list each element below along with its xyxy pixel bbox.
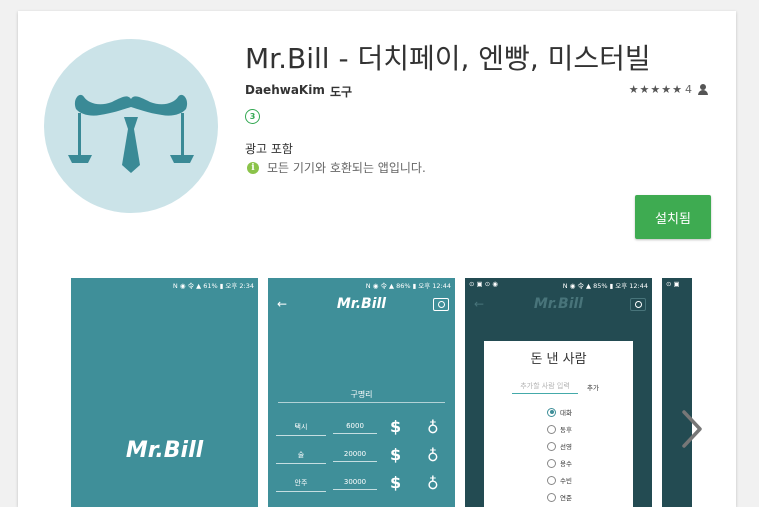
app-title: Mr.Bill - 더치페이, 엔빵, 미스터빌 [245,42,651,75]
dialog-title: 돈 낸 사람 [530,352,587,367]
developer-link[interactable]: DaehwaKim [245,83,325,97]
mustache-scale-logo [68,94,194,173]
radio-option: 연준 [547,492,572,502]
radio-option: 대화 [547,407,572,417]
rating-stars: ★★★★★ [628,83,683,96]
app-bar: ← Mr.Bill [268,291,455,321]
divider [278,402,445,403]
radio-icon [547,492,556,502]
compatibility-note: i 모든 기기와 호환되는 앱입니다. [247,159,426,176]
radio-icon [547,424,556,434]
splash-logo: Mr.Bill [125,438,204,463]
app-bar: ← Mr.Bill [465,291,652,321]
app-bar-logo: Mr.Bill [533,296,584,312]
status-bar: N ◉ 令 ▲ 61% ▮ 오후 2:34 [172,282,254,290]
app-bar-logo: Mr.Bill [336,296,387,312]
option-label: 용수 [560,460,572,468]
option-label: 수빈 [560,477,572,485]
expense-amount: 6000 [333,422,377,434]
radio-option: 동후 [547,424,572,434]
expense-name: 안주 [276,478,326,492]
compatibility-text: 모든 기기와 호환되는 앱입니다. [267,161,426,175]
radio-icon [547,441,556,451]
radio-icon [547,475,556,485]
expense-amount: 30000 [333,478,377,490]
bulb-icon: ♁ [427,418,439,437]
payer-dialog: 돈 낸 사람 추가할 사람 입력 추가 대화 동후 선영 용수 수빈 연준 영수 [484,341,633,507]
group-label: 구명리 [350,390,373,399]
dollar-icon: $ [390,473,402,492]
app-icon [44,39,218,213]
money-icon [630,298,646,311]
add-person-input: 추가할 사람 입력 [512,381,578,394]
money-icon [433,298,449,311]
radio-option: 선영 [547,441,572,451]
screenshot-3[interactable]: N ◉ 令 ▲ 85% ▮ 오후 12:44 ⊙ ▣ ⊙ ◉ ← Mr.Bill… [465,278,652,507]
screenshot-1[interactable]: N ◉ 令 ▲ 61% ▮ 오후 2:34 Mr.Bill [71,278,258,507]
chevron-right-icon[interactable] [676,406,706,452]
dollar-icon: $ [390,417,402,436]
radio-icon [547,458,556,468]
expense-name: 술 [276,450,326,464]
info-icon: i [247,161,259,174]
bulb-icon: ♁ [427,474,439,493]
radio-selected-icon [547,407,556,417]
radio-option: 용수 [547,458,572,468]
rating-count: 4 [685,83,692,96]
screenshot-2[interactable]: N ◉ 令 ▲ 86% ▮ 오후 12:44 ← Mr.Bill 구명리 택시 … [268,278,455,507]
bulb-icon: ♁ [427,446,439,465]
status-bar-left: ⊙ ▣ ⊙ ◉ [469,280,498,288]
app-detail-card: Mr.Bill - 더치페이, 엔빵, 미스터빌 DaehwaKim 도구 ★★… [18,11,736,507]
add-button: 추가 [587,384,599,392]
expense-name: 택시 [276,422,326,436]
option-label: 선영 [560,443,572,451]
person-icon [698,84,708,95]
expense-row: 안주 30000 $ ♁ [276,473,447,496]
radio-option: 수빈 [547,475,572,485]
dollar-icon: $ [390,445,402,464]
contains-ads-label: 광고 포함 [245,142,293,156]
option-label: 연준 [560,494,572,502]
option-label: 동후 [560,426,572,434]
option-label: 대화 [560,409,572,417]
installed-button[interactable]: 설치됨 [635,195,711,239]
status-bar-left: ⊙ ▣ [666,280,680,288]
status-bar: N ◉ 令 ▲ 86% ▮ 오후 12:44 [365,282,451,290]
expense-row: 술 20000 $ ♁ [276,445,447,468]
category-link[interactable]: 도구 [330,83,352,100]
age-rating-badge[interactable]: 3 [245,109,260,124]
rating: ★★★★★ 4 [629,83,708,96]
screenshot-4[interactable]: ⊙ ▣ [662,278,692,507]
expense-amount: 20000 [333,450,377,462]
expense-row: 택시 6000 $ ♁ [276,417,447,440]
